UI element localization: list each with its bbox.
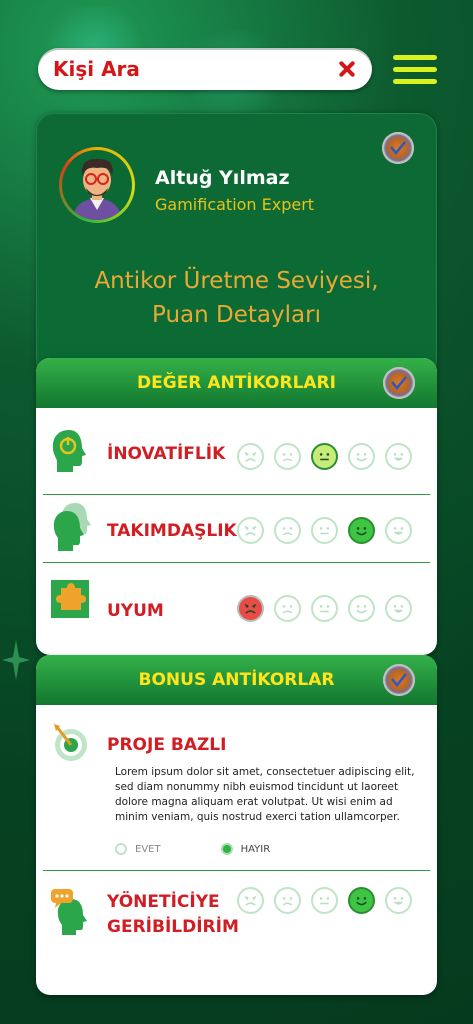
neutral-face-icon[interactable] (311, 595, 338, 622)
rating-label: UYUM (107, 601, 164, 621)
smile-face-icon[interactable] (348, 595, 375, 622)
target-icon (54, 724, 87, 761)
avatar[interactable] (59, 147, 135, 223)
grin-face-icon[interactable] (385, 443, 412, 470)
team-heads-icon (53, 503, 91, 551)
manager-feedback-label-line-1: YÖNETİCİYE (107, 892, 220, 912)
sad-face-icon[interactable] (274, 887, 301, 914)
user-role: Gamification Expert (155, 195, 315, 214)
manager-feedback-row: YÖNETİCİYE GERİBİLDİRİM (43, 871, 430, 989)
radio-yes-label: EVET (135, 843, 161, 855)
angry-face-icon[interactable] (237, 443, 264, 470)
radio-no[interactable]: HAYIR (220, 843, 271, 855)
smile-face-icon[interactable] (348, 887, 375, 914)
manager-feedback-label: YÖNETİCİYE GERİBİLDİRİM (107, 890, 239, 940)
search-input[interactable]: Kişi Ara (53, 57, 332, 81)
sad-face-icon[interactable] (274, 595, 301, 622)
manager-feedback-label-line-2: GERİBİLDİRİM (107, 917, 239, 937)
rating-row-innovation: İNOVATİFLİK (43, 408, 430, 495)
yes-no-radio-group: EVET HAYIR (115, 843, 270, 855)
profile-card: Altuğ Yılmaz Gamification Expert Antikor… (36, 113, 437, 378)
radio-yes[interactable]: EVET (115, 843, 161, 855)
neutral-face-icon[interactable] (311, 887, 338, 914)
angry-face-icon[interactable] (237, 517, 264, 544)
project-based-row: PROJE BAZLI Lorem ipsum dolor sit amet, … (43, 705, 430, 871)
value-antibodies-section: DEĞER ANTİKORLARI İNOVATİFLİK TAKIMDAŞLI… (36, 358, 437, 655)
value-section-title: DEĞER ANTİKORLARI (137, 373, 336, 393)
page-title-line-2: Puan Detayları (152, 302, 321, 328)
face-rating-group (237, 887, 412, 914)
rating-label: TAKIMDAŞLIK (107, 521, 237, 541)
user-name: Altuğ Yılmaz (155, 167, 290, 189)
page-title-line-1: Antikor Üretme Seviyesi, (94, 268, 379, 294)
neutral-face-icon[interactable] (311, 443, 338, 470)
face-rating-group (237, 595, 412, 622)
rating-row-teamwork: TAKIMDAŞLIK (43, 495, 430, 563)
radio-no-dot[interactable] (220, 843, 233, 855)
angry-face-icon[interactable] (237, 887, 264, 914)
head-power-icon (52, 430, 86, 472)
angry-face-icon[interactable] (237, 595, 264, 622)
neutral-face-icon[interactable] (311, 517, 338, 544)
clear-search-icon[interactable] (332, 54, 362, 84)
grin-face-icon[interactable] (385, 595, 412, 622)
face-rating-group (237, 517, 412, 544)
puzzle-icon (51, 580, 89, 618)
check-badge-icon[interactable] (383, 664, 415, 696)
radio-yes-dot[interactable] (115, 843, 127, 855)
grin-face-icon[interactable] (385, 517, 412, 544)
sad-face-icon[interactable] (274, 517, 301, 544)
radio-no-label: HAYIR (240, 843, 271, 855)
face-rating-group (237, 443, 412, 470)
check-badge-icon[interactable] (383, 367, 415, 399)
person-avatar-icon (72, 158, 122, 220)
project-description: Lorem ipsum dolor sit amet, consectetuer… (115, 766, 415, 823)
grin-face-icon[interactable] (385, 887, 412, 914)
hamburger-menu-icon[interactable] (393, 55, 437, 85)
search-bar[interactable]: Kişi Ara (38, 48, 372, 90)
rating-label: İNOVATİFLİK (107, 444, 226, 464)
smile-face-icon[interactable] (348, 517, 375, 544)
head-speech-icon (51, 889, 87, 935)
rating-row-harmony: UYUM (43, 563, 430, 653)
check-badge-icon[interactable] (382, 132, 414, 164)
project-based-label: PROJE BAZLI (107, 735, 227, 755)
sparkle-decoration-icon (2, 640, 30, 680)
bonus-antibodies-section: BONUS ANTİKORLAR PROJE BAZLI Lorem ipsum… (36, 655, 437, 995)
bonus-section-title: BONUS ANTİKORLAR (138, 670, 335, 690)
value-section-header: DEĞER ANTİKORLARI (36, 358, 437, 408)
bonus-section-header: BONUS ANTİKORLAR (36, 655, 437, 705)
page-title: Antikor Üretme Seviyesi, Puan Detayları (37, 264, 436, 332)
sad-face-icon[interactable] (274, 443, 301, 470)
smile-face-icon[interactable] (348, 443, 375, 470)
